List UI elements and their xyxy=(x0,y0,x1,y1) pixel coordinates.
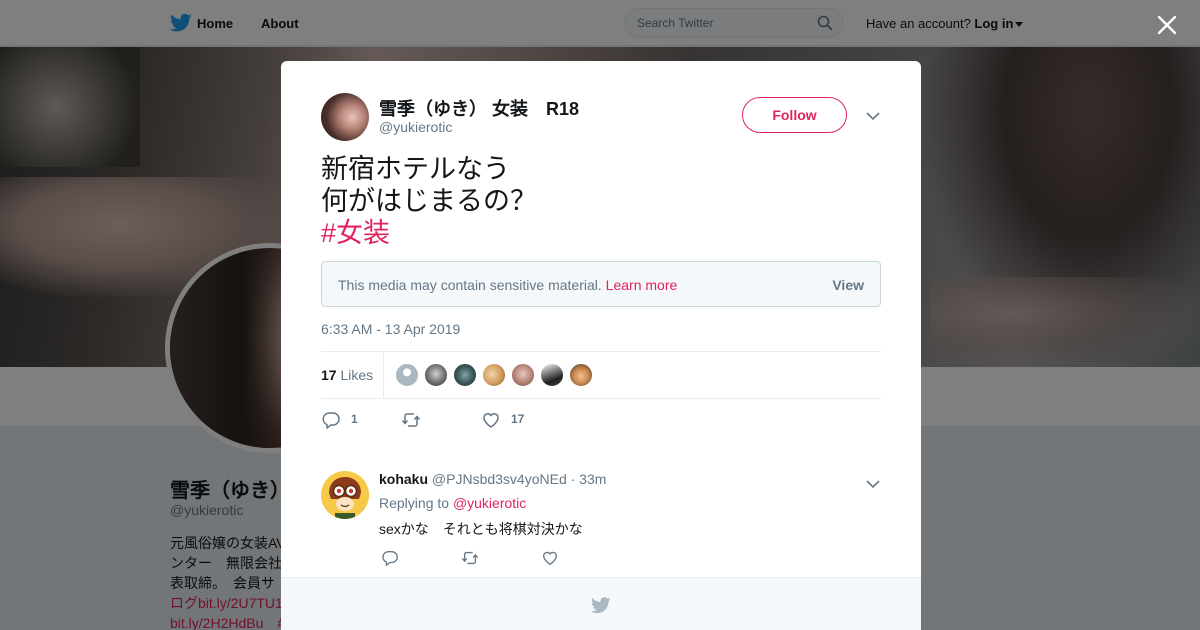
twitter-bird-icon xyxy=(591,597,611,614)
like-count: 17 xyxy=(511,412,525,426)
liker-avatar[interactable] xyxy=(424,363,448,387)
kohaku-avatar-art xyxy=(321,471,369,519)
liker-avatar[interactable] xyxy=(482,363,506,387)
sensitive-text: This media may contain sensitive materia… xyxy=(338,277,602,293)
tweet-stats: 17 Likes xyxy=(321,351,881,399)
liker-avatar[interactable] xyxy=(395,363,419,387)
learn-more-link[interactable]: Learn more xyxy=(606,277,678,293)
chevron-down-icon[interactable] xyxy=(866,479,880,489)
retweet-icon[interactable] xyxy=(461,549,479,567)
tweet-author-avatar[interactable] xyxy=(321,93,369,141)
reply-text: sexかな それとも将棋対決かな xyxy=(379,521,583,537)
reply-icon[interactable] xyxy=(321,410,341,430)
reply-author[interactable]: kohaku @PJNsbd3sv4yoNEd · 33m xyxy=(379,471,606,487)
close-icon[interactable] xyxy=(1155,13,1179,37)
tweet-author-name[interactable]: 雪季（ゆき） 女装 R18 xyxy=(379,95,579,121)
replying-to-handle[interactable]: @yukierotic xyxy=(453,495,526,511)
likes-stat[interactable]: 17 Likes xyxy=(321,367,373,383)
likes-count: 17 xyxy=(321,367,337,383)
liker-avatar[interactable] xyxy=(540,363,564,387)
retweet-icon[interactable] xyxy=(401,410,421,430)
tweet-text-line: 新宿ホテルなう xyxy=(321,154,510,184)
reply-icon[interactable] xyxy=(381,549,399,567)
reply-author-handle[interactable]: @PJNsbd3sv4yoNEd xyxy=(432,471,567,487)
follow-button[interactable]: Follow xyxy=(742,97,847,133)
liker-avatar[interactable] xyxy=(511,363,535,387)
sensitive-media-notice: This media may contain sensitive materia… xyxy=(321,261,881,307)
tweet-author-handle[interactable]: @yukierotic xyxy=(379,119,452,135)
reply-time[interactable]: · 33m xyxy=(571,471,607,487)
replying-to: Replying to @yukierotic xyxy=(379,495,526,511)
tweet-timestamp[interactable]: 6:33 AM - 13 Apr 2019 xyxy=(321,321,460,337)
modal-footer xyxy=(281,577,921,630)
replying-to-label: Replying to xyxy=(379,495,450,511)
tweet-text: 新宿ホテルなう 何がはじまるの？ #女装 xyxy=(321,153,537,249)
heart-icon[interactable] xyxy=(541,549,559,567)
likes-label: Likes xyxy=(340,367,374,383)
sensitive-message: This media may contain sensitive materia… xyxy=(338,277,677,293)
tweet-hashtag[interactable]: #女装 xyxy=(321,217,537,249)
reply-author-avatar[interactable] xyxy=(321,471,369,519)
divider xyxy=(383,352,384,398)
reply-tweet[interactable]: kohaku @PJNsbd3sv4yoNEd · 33m Replying t… xyxy=(281,453,921,577)
view-media-button[interactable]: View xyxy=(832,277,864,293)
tweet-modal: 雪季（ゆき） 女装 R18 @yukierotic Follow 新宿ホテルなう… xyxy=(281,61,921,630)
reply-author-name[interactable]: kohaku xyxy=(379,471,428,487)
chevron-down-icon[interactable] xyxy=(866,111,880,121)
liker-avatar[interactable] xyxy=(453,363,477,387)
liker-avatar[interactable] xyxy=(569,363,593,387)
tweet-text-line: 何がはじまるの？ xyxy=(321,186,537,216)
reply-count: 1 xyxy=(351,412,358,426)
heart-icon[interactable] xyxy=(481,410,501,430)
